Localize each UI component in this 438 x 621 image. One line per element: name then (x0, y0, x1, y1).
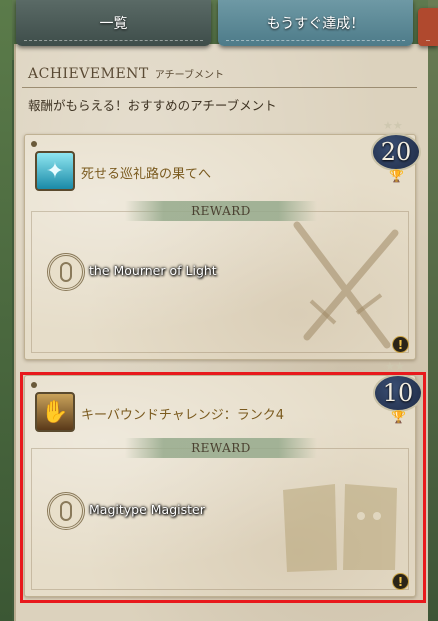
background-right (428, 0, 438, 621)
section-header: ACHIEVEMENT アチーブメント (28, 66, 224, 82)
card-pin-icon (31, 141, 37, 147)
achievement-card[interactable]: ✦ 死せる巡礼路の果てへ REWARD the Mourner of Light… (24, 119, 421, 360)
achievement-light-icon: ✦ (35, 151, 75, 191)
selection-highlight (20, 372, 426, 603)
tab-list-label: 一覧 (99, 16, 128, 32)
section-description: 報酬がもらえる！おすすめのアチーブメント (28, 98, 277, 113)
header-divider (22, 87, 417, 88)
header-title: ACHIEVEMENT (28, 66, 149, 82)
header-subtitle: アチーブメント (154, 70, 224, 81)
tab-extra[interactable] (418, 8, 438, 46)
trophy-icon: 🏆 (389, 169, 404, 183)
crossed-swords-icon (293, 221, 399, 349)
points-value: 20 (371, 133, 421, 171)
star-icon: ★★ (383, 119, 403, 132)
achievement-title: 死せる巡礼路の果てへ (81, 167, 212, 182)
tab-list[interactable]: 一覧 (16, 0, 211, 46)
points-badge: ★★ 20 🏆 (371, 119, 421, 183)
title-medal-icon (47, 253, 85, 291)
info-alert-icon[interactable]: ! (392, 336, 409, 353)
reward-name: the Mourner of Light (89, 263, 217, 278)
tab-almost-complete[interactable]: もうすぐ達成！ (218, 0, 413, 46)
background-left (0, 0, 12, 621)
tab-almost-complete-label: もうすぐ達成！ (266, 16, 365, 32)
